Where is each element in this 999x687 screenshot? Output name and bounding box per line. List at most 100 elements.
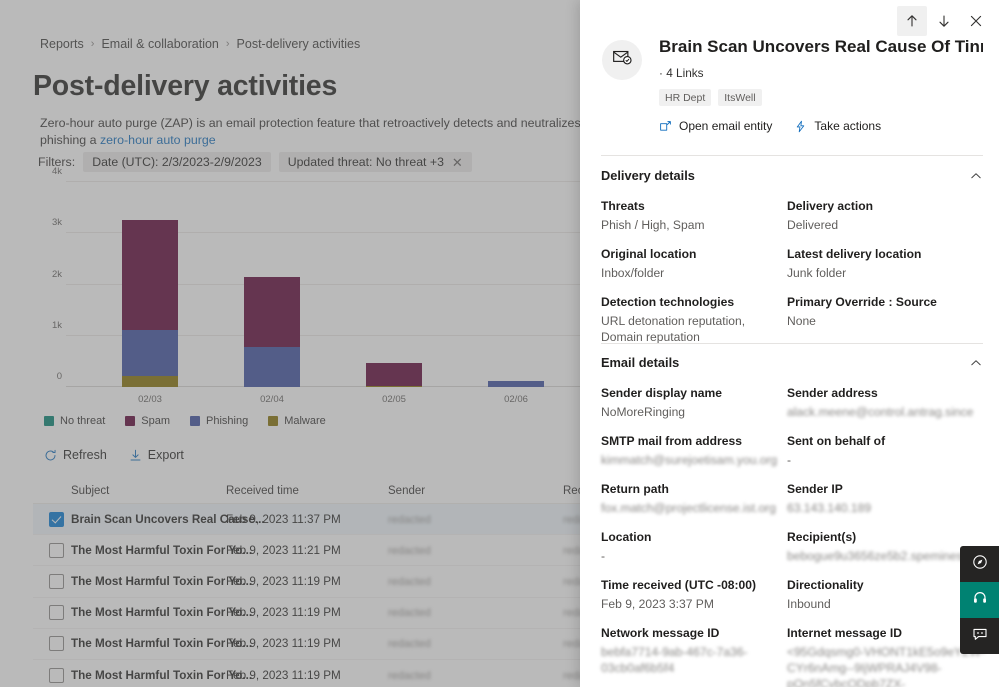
y-axis-tick: 4k xyxy=(51,166,62,177)
detail-field-label: Sender IP xyxy=(787,482,843,496)
x-axis-tick: 02/03 xyxy=(138,394,162,405)
chevron-up-icon[interactable] xyxy=(969,169,983,183)
chart-legend-item[interactable]: Spam xyxy=(125,415,170,427)
checkbox-icon[interactable] xyxy=(49,636,64,652)
feedback-icon xyxy=(972,626,988,647)
cell-sender: redacted xyxy=(388,575,563,588)
detail-field: Latest delivery location Junk folder xyxy=(787,246,983,281)
row-checkbox[interactable] xyxy=(33,542,71,558)
tag-chip-itswell[interactable]: ItsWell xyxy=(718,89,762,106)
detail-field-value-redacted: fox.match@projectlicense.ist.org xyxy=(601,501,776,515)
detail-field-label: Sent on behalf of xyxy=(787,434,886,448)
cell-subject[interactable]: The Most Harmful Toxin For Yo... xyxy=(71,637,252,650)
cell-subject[interactable]: The Most Harmful Toxin For Yo... xyxy=(71,606,252,619)
cell-subject[interactable]: Brain Scan Uncovers Real Cause... xyxy=(71,513,265,526)
row-checkbox[interactable] xyxy=(33,511,71,527)
zap-learn-more-link[interactable]: zero-hour auto purge xyxy=(100,133,216,147)
cell-subject[interactable]: The Most Harmful Toxin For Yo... xyxy=(71,544,252,557)
row-checkbox[interactable] xyxy=(33,573,71,589)
guide-button[interactable] xyxy=(960,546,999,582)
cell-sender: redacted xyxy=(388,669,563,682)
chart-bar-segment[interactable] xyxy=(122,375,178,387)
refresh-label: Refresh xyxy=(63,448,107,462)
app-root: Reports › Email & collaboration › Post-d… xyxy=(0,0,999,687)
row-checkbox[interactable] xyxy=(33,667,71,683)
column-header-received-time[interactable]: Received time xyxy=(226,485,388,497)
chart-legend-item[interactable]: Malware xyxy=(268,415,326,427)
detail-field: Sender address alack.meene@control.antrag… xyxy=(787,385,999,420)
chart-bar-segment[interactable] xyxy=(122,220,178,330)
cell-subject[interactable]: The Most Harmful Toxin For Yo... xyxy=(71,575,252,588)
headset-icon xyxy=(972,590,988,611)
take-actions-label: Take actions xyxy=(814,119,882,133)
close-flyout-button[interactable] xyxy=(961,6,991,36)
compass-icon xyxy=(972,554,988,575)
redacted-value: redacted xyxy=(388,669,431,682)
export-button[interactable]: Export xyxy=(129,448,184,462)
table-row[interactable]: The Most Harmful Toxin For Yo... Feb 9, 2… xyxy=(33,660,633,687)
table-row[interactable]: The Most Harmful Toxin For Yo... Feb 9, 2… xyxy=(33,566,633,598)
detail-field-label: Primary Override : Source xyxy=(787,295,937,309)
column-header-sender[interactable]: Sender xyxy=(388,485,563,497)
legend-label: Spam xyxy=(141,415,170,427)
x-axis-tick: 02/05 xyxy=(382,394,406,405)
page-title: Post-delivery activities xyxy=(33,70,338,102)
detail-field-label: Network message ID xyxy=(601,626,720,640)
take-actions-button[interactable]: Take actions xyxy=(794,119,881,133)
filter-pill-date[interactable]: Date (UTC): 2/3/2023-2/9/2023 xyxy=(83,152,271,172)
feedback-button[interactable] xyxy=(960,618,999,654)
filter-pill-updated-threat-label: Updated threat: No threat +3 xyxy=(287,155,444,169)
filters-row: Filters: Date (UTC): 2/3/2023-2/9/2023 U… xyxy=(38,152,472,172)
detail-field-label: Time received (UTC -08:00) xyxy=(601,578,757,592)
next-item-button[interactable] xyxy=(929,6,959,36)
chevron-up-icon[interactable] xyxy=(969,356,983,370)
close-icon[interactable]: ✕ xyxy=(452,156,463,169)
table-row[interactable]: The Most Harmful Toxin For Yo... Feb 9, 2… xyxy=(33,598,633,629)
detail-field-label: Threats xyxy=(601,199,645,213)
export-label: Export xyxy=(147,448,184,462)
cell-received-time: Feb 9, 2023 11:19 PM xyxy=(226,637,341,651)
checkbox-icon[interactable] xyxy=(49,573,64,589)
y-axis-tick: 2k xyxy=(51,268,62,280)
table-row[interactable]: The Most Harmful Toxin For Yo... Feb 9, 2… xyxy=(33,629,633,660)
checkbox-icon[interactable] xyxy=(49,667,64,683)
refresh-button[interactable]: Refresh xyxy=(44,448,107,462)
checkbox-icon[interactable] xyxy=(49,605,64,621)
support-button[interactable] xyxy=(960,582,999,618)
filter-pill-updated-threat[interactable]: Updated threat: No threat +3 ✕ xyxy=(278,152,472,172)
row-checkbox[interactable] xyxy=(33,605,71,621)
tag-chip-hr-dept[interactable]: HR Dept xyxy=(659,89,712,106)
row-checkbox[interactable] xyxy=(33,636,71,652)
chart-legend-item[interactable]: No threat xyxy=(44,415,105,427)
chart-legend-item[interactable]: Phishing xyxy=(190,415,248,427)
detail-field: Threats Phish / High, Spam xyxy=(601,198,787,233)
breadcrumb-item-reports[interactable]: Reports xyxy=(40,37,84,51)
open-email-entity-button[interactable]: Open email entity xyxy=(659,119,772,133)
email-details-header[interactable]: Email details xyxy=(601,355,983,370)
legend-swatch xyxy=(268,416,279,426)
breadcrumb-item-email-collaboration[interactable]: Email & collaboration xyxy=(101,37,218,51)
detail-field-value: - xyxy=(787,453,792,467)
delivery-details-header[interactable]: Delivery details xyxy=(601,168,983,183)
detail-field-label: Location xyxy=(601,530,652,544)
detail-field: Sender IP 63.143.140.189 xyxy=(787,481,999,516)
column-header-subject[interactable]: Subject xyxy=(71,485,226,497)
detail-field-label: Latest delivery location xyxy=(787,247,922,261)
detail-field: Sent on behalf of - xyxy=(787,433,999,468)
table-row[interactable]: The Most Harmful Toxin For Yo... Feb 9, 2… xyxy=(33,535,633,567)
cell-sender: redacted xyxy=(388,513,563,526)
flyout-actions: Open email entity Take actions xyxy=(659,119,983,133)
chart-bar-segment[interactable] xyxy=(366,362,422,386)
chart-bar-segment[interactable] xyxy=(244,346,300,387)
checkbox-icon[interactable] xyxy=(49,542,64,558)
table-row[interactable]: Brain Scan Uncovers Real Cause... Feb 9, … xyxy=(33,504,633,536)
chart-bar-segment[interactable] xyxy=(244,277,300,347)
detail-field: Time received (UTC -08:00) Feb 9, 2023 3:… xyxy=(601,577,787,612)
previous-item-button[interactable] xyxy=(897,6,927,36)
detail-field-label: Sender address xyxy=(787,386,878,400)
checkbox-checked-icon[interactable] xyxy=(49,511,64,527)
cell-subject[interactable]: The Most Harmful Toxin For Yo... xyxy=(71,669,252,682)
detail-field: Return path fox.match@projectlicense.ist.… xyxy=(601,481,787,516)
redacted-value: redacted xyxy=(388,575,431,588)
chart-bar-segment[interactable] xyxy=(122,329,178,376)
